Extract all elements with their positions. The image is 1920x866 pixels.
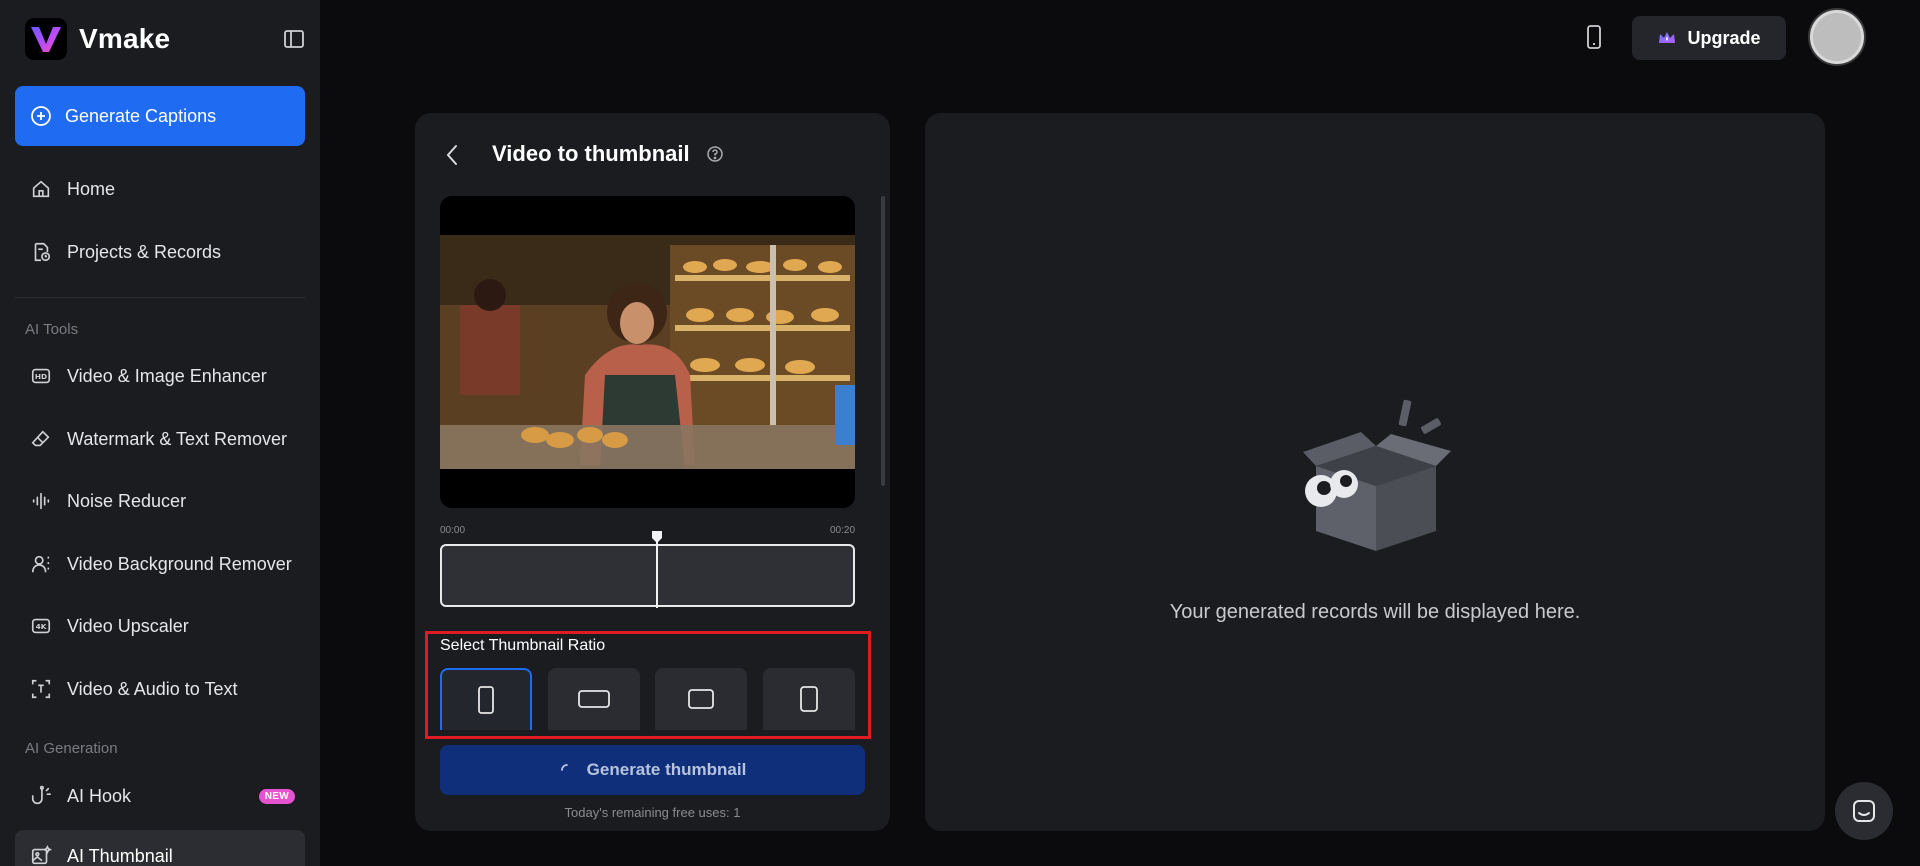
bakery-video-frame xyxy=(440,196,855,508)
svg-text:HD: HD xyxy=(35,372,47,381)
sidebar-item-label: Home xyxy=(67,178,116,199)
sidebar-item-video-audio-to-text[interactable]: Video & Audio to Text xyxy=(15,663,305,715)
ratio-option-vertical[interactable] xyxy=(763,668,855,730)
section-label-ai-tools: AI Tools xyxy=(25,321,79,338)
home-icon xyxy=(29,177,53,201)
empty-box-illustration-icon xyxy=(1303,399,1451,551)
mobile-device-icon[interactable] xyxy=(1582,24,1606,50)
upgrade-label: Upgrade xyxy=(1687,27,1761,48)
portrait-ratio-icon xyxy=(478,686,494,714)
empty-records-message: Your generated records will be displayed… xyxy=(1169,601,1581,623)
chat-support-button[interactable] xyxy=(1835,782,1893,840)
remaining-free-uses: Today's remaining free uses: 1 xyxy=(564,805,741,820)
ratio-option-wide[interactable] xyxy=(548,668,640,730)
panel-scrollbar[interactable] xyxy=(881,196,885,486)
generate-captions-label: Generate Captions xyxy=(65,105,217,126)
sidebar-collapse-icon[interactable] xyxy=(282,27,306,51)
crown-icon xyxy=(1659,32,1676,43)
generate-thumbnail-button[interactable]: Generate thumbnail xyxy=(440,745,865,795)
ratio-option-standard[interactable] xyxy=(655,668,747,730)
sidebar-item-noise-reducer[interactable]: Noise Reducer xyxy=(15,475,305,527)
sidebar-item-ai-thumbnail[interactable]: AI Thumbnail xyxy=(15,830,305,866)
back-arrow-icon[interactable] xyxy=(440,141,464,169)
timeline-end-time: 00:20 xyxy=(830,525,856,536)
chat-bubble-icon xyxy=(1853,800,1875,822)
playhead-handle-icon xyxy=(652,531,662,608)
page-title: Video to thumbnail xyxy=(492,141,690,166)
hook-icon xyxy=(29,784,53,808)
sidebar-item-video-upscaler[interactable]: 4K Video Upscaler xyxy=(15,600,305,652)
text-frame-icon xyxy=(29,677,53,701)
landscape-ratio-icon xyxy=(578,690,610,708)
sidebar-item-watermark-remover[interactable]: Watermark & Text Remover xyxy=(15,413,305,465)
sidebar-item-label: Projects & Records xyxy=(67,241,222,262)
ratio-option-portrait[interactable] xyxy=(440,668,532,730)
thumbnail-ratio-label: Select Thumbnail Ratio xyxy=(440,637,606,654)
sidebar-divider xyxy=(15,297,305,298)
generate-captions-button[interactable]: Generate Captions xyxy=(15,86,305,146)
sidebar-item-label: Video Background Remover xyxy=(67,553,292,574)
sidebar-item-label: AI Hook xyxy=(67,785,132,806)
sidebar-item-label: Video Upscaler xyxy=(67,615,189,636)
sidebar-item-ai-hook[interactable]: AI Hook NEW xyxy=(15,770,305,822)
sidebar-item-home[interactable]: Home xyxy=(15,163,305,215)
timeline-start-time: 00:00 xyxy=(440,525,466,536)
vertical-ratio-icon xyxy=(800,686,818,712)
sidebar: Vmake Generate Captions Home Projects & … xyxy=(0,0,320,866)
timeline-playhead[interactable] xyxy=(652,530,662,608)
video-timeline[interactable] xyxy=(440,544,855,607)
sidebar-item-label: Video & Audio to Text xyxy=(67,678,238,699)
generated-records-panel: Your generated records will be displayed… xyxy=(925,113,1825,831)
section-label-ai-generation: AI Generation xyxy=(25,740,118,757)
eraser-icon xyxy=(29,427,53,451)
sidebar-item-label: AI Thumbnail xyxy=(67,845,173,866)
sidebar-item-video-image-enhancer[interactable]: HD Video & Image Enhancer xyxy=(15,350,305,402)
video-to-thumbnail-panel: Video to thumbnail 00:00 00:20 Select Th… xyxy=(415,113,890,831)
vmake-logo-icon xyxy=(25,18,67,60)
person-cutout-icon xyxy=(29,552,53,576)
sidebar-item-video-background-remover[interactable]: Video Background Remover xyxy=(15,538,305,590)
standard-ratio-icon xyxy=(688,689,714,709)
generate-thumbnail-label: Generate thumbnail xyxy=(586,760,747,779)
audio-wave-icon xyxy=(29,489,53,513)
document-clock-icon xyxy=(29,240,53,264)
loading-spinner-icon xyxy=(560,764,568,771)
sidebar-item-projects-records[interactable]: Projects & Records xyxy=(15,226,305,278)
4k-icon: 4K xyxy=(29,614,53,638)
sidebar-item-label: Video & Image Enhancer xyxy=(67,365,267,386)
brand[interactable]: Vmake xyxy=(25,18,170,60)
svg-text:4K: 4K xyxy=(36,622,47,631)
brand-name: Vmake xyxy=(79,23,171,54)
hd-icon: HD xyxy=(29,364,53,388)
sidebar-item-label: Noise Reducer xyxy=(67,490,187,511)
plus-circle-icon xyxy=(31,106,51,126)
image-sparkle-icon xyxy=(29,844,53,866)
help-circle-icon[interactable] xyxy=(706,145,724,163)
sidebar-item-label: Watermark & Text Remover xyxy=(67,428,288,449)
new-badge: NEW xyxy=(258,788,295,804)
user-avatar[interactable] xyxy=(1810,10,1864,64)
upgrade-button[interactable]: Upgrade xyxy=(1632,16,1786,60)
video-preview[interactable] xyxy=(440,196,855,508)
